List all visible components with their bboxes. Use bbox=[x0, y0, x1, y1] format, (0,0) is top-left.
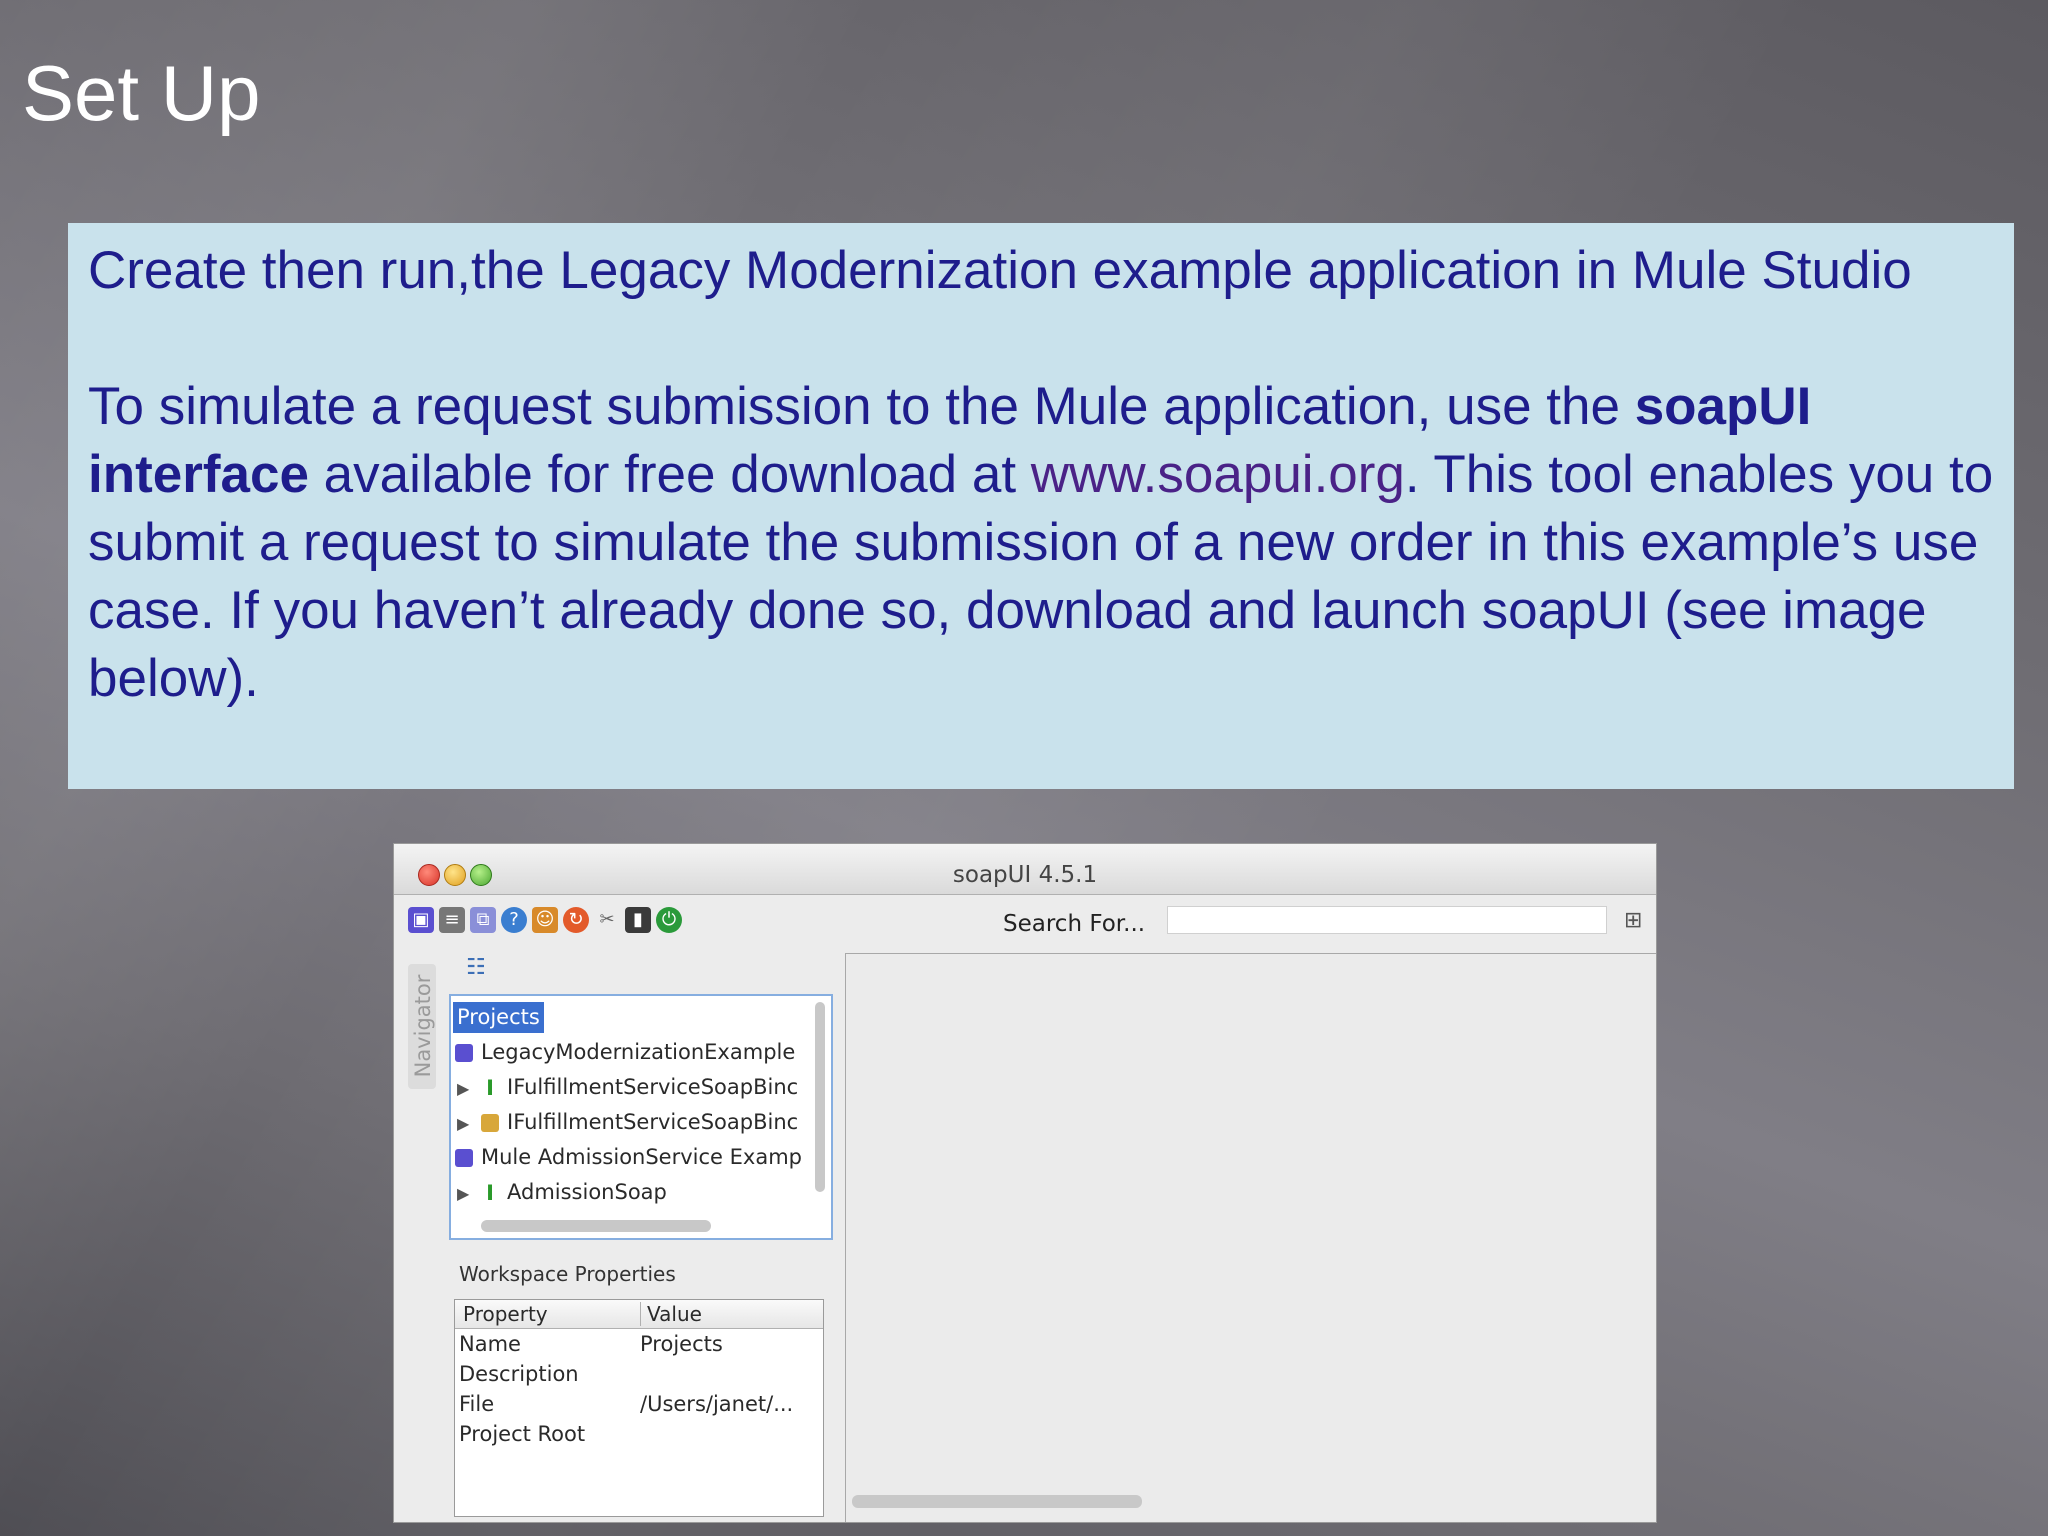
mock-run-icon[interactable]: ▮ bbox=[625, 907, 651, 933]
help-icon[interactable]: ? bbox=[501, 907, 527, 933]
expand-arrow-icon[interactable]: ▶ bbox=[457, 1072, 481, 1105]
navigator-tab[interactable]: Navigator bbox=[408, 964, 436, 1089]
search-input[interactable] bbox=[1167, 906, 1607, 934]
property-cell: Name bbox=[459, 1332, 521, 1356]
tree-item-fulfillment-mock[interactable]: ▶ IFulfillmentServiceSoapBinc bbox=[457, 1106, 798, 1139]
expand-arrow-icon[interactable]: ▶ bbox=[457, 1177, 481, 1210]
project-icon bbox=[455, 1149, 473, 1167]
instruction-paragraph-1: Create then run,the Legacy Modernization… bbox=[88, 241, 1912, 300]
soapui-link[interactable]: www.soapui.org bbox=[1031, 445, 1405, 504]
table-row[interactable]: File /Users/janet/... bbox=[455, 1392, 823, 1422]
tree-root-projects[interactable]: Projects bbox=[453, 1002, 544, 1033]
workspace-properties-title: Workspace Properties bbox=[459, 1262, 676, 1286]
tree-item-admission-project[interactable]: Mule AdmissionService Examp bbox=[455, 1141, 802, 1174]
value-cell: Projects bbox=[640, 1332, 723, 1356]
property-cell: Project Root bbox=[459, 1422, 586, 1446]
instruction-paragraph-2: To simulate a request submission to the … bbox=[88, 373, 1994, 713]
table-header: Property Value bbox=[455, 1300, 823, 1329]
tools-icon[interactable]: ✂ bbox=[594, 907, 620, 933]
tree-item-fulfillment-interface[interactable]: ▶ I IFulfillmentServiceSoapBinc bbox=[457, 1071, 798, 1104]
table-row[interactable]: Project Root bbox=[455, 1422, 823, 1452]
window-title: soapUI 4.5.1 bbox=[952, 862, 1098, 888]
project-tree: Projects LegacyModernizationExample ▶ I IF… bbox=[449, 994, 833, 1240]
interface-icon: I bbox=[486, 1076, 494, 1100]
instruction-textbox: Create then run,the Legacy Modernization… bbox=[68, 223, 2014, 789]
expand-arrow-icon[interactable]: ▶ bbox=[457, 1107, 481, 1140]
exit-icon[interactable]: ⏻ bbox=[656, 907, 682, 933]
para2-text-b: available for free download at bbox=[308, 445, 1031, 504]
property-cell: File bbox=[459, 1392, 495, 1416]
column-header-property[interactable]: Property bbox=[463, 1302, 548, 1326]
import-icon[interactable]: ≡ bbox=[439, 907, 465, 933]
table-row[interactable]: Name Projects bbox=[455, 1332, 823, 1362]
tree-item-label: AdmissionSoap bbox=[507, 1180, 667, 1204]
new-project-icon[interactable]: ▣ bbox=[408, 907, 434, 933]
users-icon[interactable]: ☺ bbox=[532, 907, 558, 933]
tree-item-legacy-project[interactable]: LegacyModernizationExample bbox=[455, 1036, 795, 1069]
table-row[interactable]: Description bbox=[455, 1362, 823, 1392]
search-label: Search For... bbox=[1003, 911, 1146, 937]
desktop-horizontal-scrollbar[interactable] bbox=[852, 1495, 1142, 1508]
search-go-icon[interactable]: ⊞ bbox=[1624, 908, 1642, 933]
tree-horizontal-scrollbar[interactable] bbox=[481, 1220, 711, 1232]
window-titlebar: soapUI 4.5.1 bbox=[394, 844, 1656, 895]
project-icon bbox=[455, 1044, 473, 1062]
column-header-value[interactable]: Value bbox=[647, 1302, 702, 1326]
slide-title: Set Up bbox=[22, 49, 261, 137]
para2-text-a: To simulate a request submission to the … bbox=[88, 377, 1635, 436]
tree-vertical-scrollbar[interactable] bbox=[815, 1002, 825, 1192]
refresh-icon[interactable]: ↻ bbox=[563, 907, 589, 933]
desktop-pane bbox=[845, 953, 1656, 1522]
tree-item-label: Mule AdmissionService Examp bbox=[481, 1145, 802, 1169]
tree-item-label: IFulfillmentServiceSoapBinc bbox=[507, 1110, 799, 1134]
soapui-window-screenshot: soapUI 4.5.1 ▣ ≡ ⧉ ? ☺ ↻ ✂ ▮ ⏻ Search Fo… bbox=[393, 843, 1657, 1523]
tree-item-label: IFulfillmentServiceSoapBinc bbox=[507, 1075, 799, 1099]
tree-item-label: LegacyModernizationExample bbox=[481, 1040, 796, 1064]
navigator-label: Navigator bbox=[411, 974, 435, 1078]
value-cell: /Users/janet/... bbox=[640, 1392, 794, 1416]
list-view-icon[interactable]: ☷ bbox=[466, 955, 486, 980]
save-all-icon[interactable]: ⧉ bbox=[470, 907, 496, 933]
workspace-properties-table: Property Value Name Projects Description… bbox=[454, 1299, 824, 1517]
tree-item-admission-soap[interactable]: ▶ I AdmissionSoap bbox=[457, 1176, 667, 1209]
property-cell: Description bbox=[459, 1362, 579, 1386]
interface-icon: I bbox=[486, 1181, 494, 1205]
mock-service-icon bbox=[481, 1114, 499, 1132]
